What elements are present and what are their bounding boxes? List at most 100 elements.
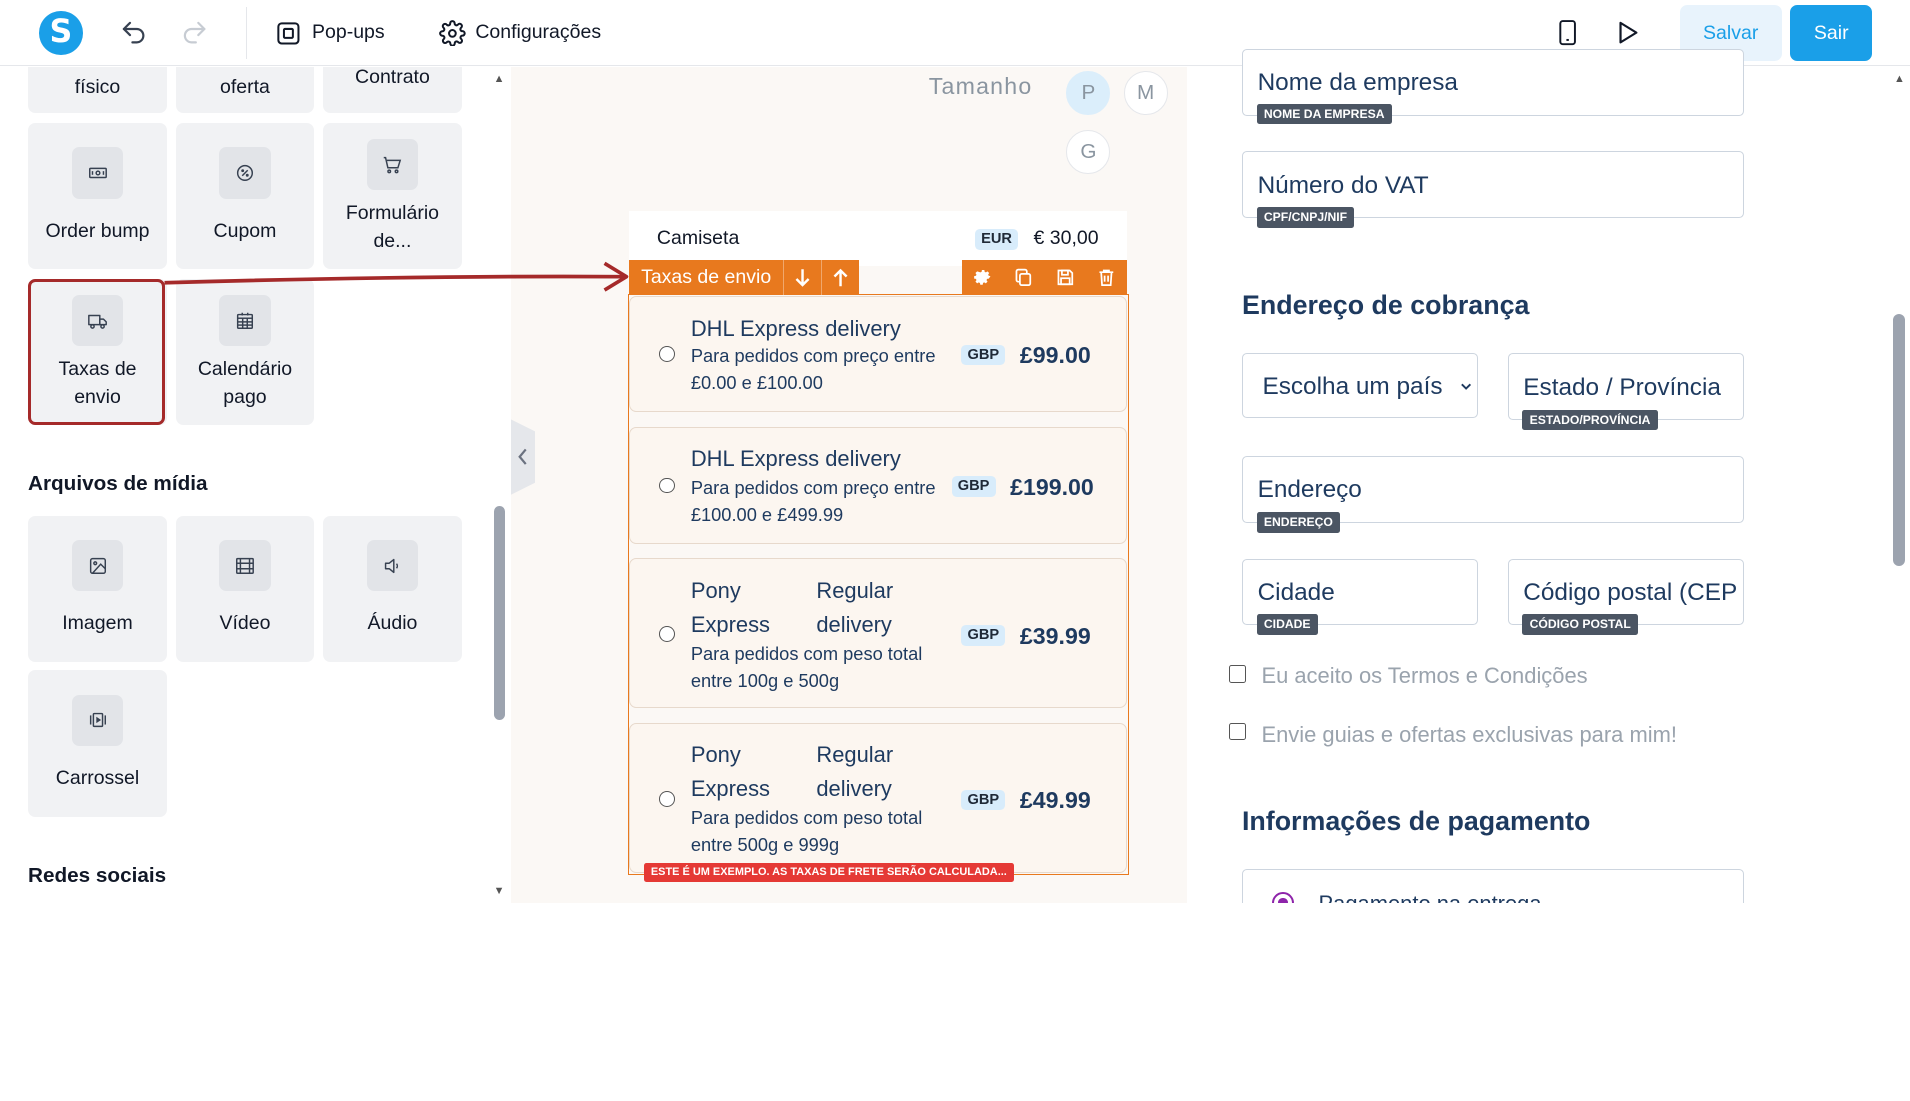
option-carrier: Pony Express [690, 742, 771, 802]
toolbar-divider [246, 7, 248, 59]
highlight-box [28, 279, 165, 426]
option-carrier: Pony Express [690, 577, 771, 637]
city-tag: CIDADE [1256, 614, 1318, 635]
tile-contrato[interactable]: Contrato [322, 67, 462, 114]
left-scrollbar-thumb[interactable] [493, 505, 505, 721]
offers-label: Envie guias e ofertas exclusivas para mi… [1261, 721, 1677, 747]
trash-icon[interactable] [1096, 267, 1117, 288]
shipping-warning-badge: ESTE É UM EXEMPLO. AS TAXAS DE FRETE SER… [643, 862, 1015, 883]
size-option-m[interactable]: M [1123, 70, 1168, 115]
tile-cupom[interactable]: Cupom [175, 123, 315, 270]
tile-imagem[interactable]: Imagem [28, 515, 167, 662]
tile-label: Contrato [355, 67, 430, 89]
shipping-option[interactable]: Pony Express Regular delivery Para pedid… [628, 722, 1128, 873]
speaker-icon [366, 539, 419, 592]
currency-badge: GBP [961, 625, 1006, 646]
move-down-button[interactable] [783, 259, 821, 295]
gear-icon [438, 19, 466, 47]
tile-calendario-pago[interactable]: Calendário pago [175, 279, 315, 426]
save-icon[interactable] [1055, 267, 1076, 288]
coupon-icon [219, 147, 271, 199]
left-scrollbar[interactable] [492, 67, 510, 904]
radio-button[interactable] [659, 626, 675, 643]
option-description: Para pedidos com preço entre £0.00 e £10… [690, 345, 936, 394]
right-scroll-up-icon[interactable]: ▲ [1894, 73, 1905, 85]
zip-tag: CÓDIGO POSTAL [1522, 614, 1639, 635]
film-icon [219, 539, 271, 592]
tile-audio[interactable]: Áudio [322, 515, 462, 662]
arrow-up-icon [833, 268, 848, 286]
tile-formulario[interactable]: Formulário de... [322, 123, 462, 270]
product-row: Camiseta EUR € 30,00 [628, 210, 1128, 266]
radio-button[interactable] [659, 790, 675, 807]
size-option-p[interactable]: P [1066, 70, 1111, 115]
country-select-value: Escolha um país [1262, 372, 1443, 400]
currency-badge: GBP [961, 789, 1006, 811]
chevron-left-icon [517, 449, 527, 466]
popup-icon [277, 21, 300, 44]
payment-option-card[interactable]: Pagamento na entrega [1241, 869, 1745, 904]
option-amount: £39.99 [1019, 622, 1091, 649]
payment-info-title: Informações de pagamento [1241, 805, 1591, 836]
option-description: Para pedidos com peso total entre 100g e… [690, 642, 923, 691]
carousel-icon [71, 694, 124, 746]
terms-checkbox[interactable] [1228, 665, 1246, 683]
elements-panel: físico oferta Contrato Order bump Cupom … [0, 67, 493, 904]
popups-label: Pop-ups [312, 21, 385, 44]
tile-carrossel[interactable]: Carrossel [28, 670, 167, 817]
popups-button[interactable]: Pop-ups [275, 18, 385, 47]
address-value: Endereço [1257, 476, 1362, 504]
tile-video[interactable]: Vídeo [175, 515, 315, 662]
arrow-down-icon [795, 268, 810, 287]
company-name-value: Nome da empresa [1257, 69, 1458, 97]
play-icon[interactable] [1612, 18, 1641, 47]
mobile-preview-icon[interactable] [1553, 18, 1582, 47]
move-up-button[interactable] [821, 259, 859, 295]
payment-radio[interactable] [1272, 891, 1295, 904]
state-tag: ESTADO/PROVÍNCIA [1522, 409, 1658, 431]
state-value: Estado / Província [1523, 373, 1721, 401]
currency-badge: EUR [975, 229, 1019, 250]
calendar-icon [219, 294, 271, 347]
vat-number-tag: CPF/CNPJ/NIF [1256, 207, 1355, 228]
tile-label: oferta [220, 76, 270, 99]
scroll-up-icon[interactable]: ▲ [494, 73, 505, 85]
country-select[interactable]: Escolha um país [1241, 353, 1479, 419]
tile-label: Order bump [45, 219, 150, 242]
logo[interactable]: S [39, 10, 83, 55]
shipping-option[interactable]: DHL Express delivery Para pedidos com pr… [628, 296, 1128, 412]
tile-produto-fisico[interactable]: físico [28, 67, 167, 114]
payment-option-label: Pagamento na entrega [1319, 891, 1542, 903]
address-tag: ENDEREÇO [1256, 511, 1341, 533]
vat-number-value: Número do VAT [1257, 171, 1429, 199]
tile-oferta[interactable]: oferta [175, 67, 315, 114]
image-icon [71, 539, 124, 592]
currency-badge: GBP [951, 476, 996, 498]
offers-checkbox[interactable] [1228, 722, 1246, 740]
right-scrollbar-thumb[interactable] [1892, 314, 1905, 566]
option-amount: £49.99 [1019, 787, 1091, 814]
chevron-down-icon [1461, 383, 1471, 390]
exit-button[interactable]: Sair [1790, 4, 1873, 61]
tile-label: físico [74, 76, 121, 99]
radio-button[interactable] [659, 477, 675, 494]
tile-label: Carrossel [55, 767, 140, 790]
block-actions [961, 259, 1128, 295]
redo-icon[interactable] [180, 18, 209, 47]
option-amount: £99.00 [1019, 342, 1091, 369]
undo-icon[interactable] [119, 18, 148, 47]
option-service: Regular delivery [816, 577, 894, 637]
scroll-down-icon[interactable]: ▼ [494, 885, 505, 897]
radio-button[interactable] [659, 345, 675, 362]
company-name-tag: NOME DA EMPRESA [1256, 103, 1392, 125]
shipping-option[interactable]: Pony Express Regular delivery Para pedid… [628, 558, 1128, 709]
option-name: DHL Express delivery [690, 315, 901, 341]
shipping-option[interactable]: DHL Express delivery Para pedidos com pr… [628, 426, 1128, 544]
copy-icon[interactable] [1013, 267, 1034, 288]
settings-button[interactable]: Configurações [438, 18, 601, 47]
zip-value: Código postal (CEP [1523, 578, 1738, 606]
tile-order-bump[interactable]: Order bump [28, 123, 167, 270]
gear-icon[interactable] [972, 267, 993, 288]
size-label: Tamanho [928, 73, 1033, 100]
app-root: S Pop-ups Configurações Salvar Sair físi… [0, 0, 1910, 904]
